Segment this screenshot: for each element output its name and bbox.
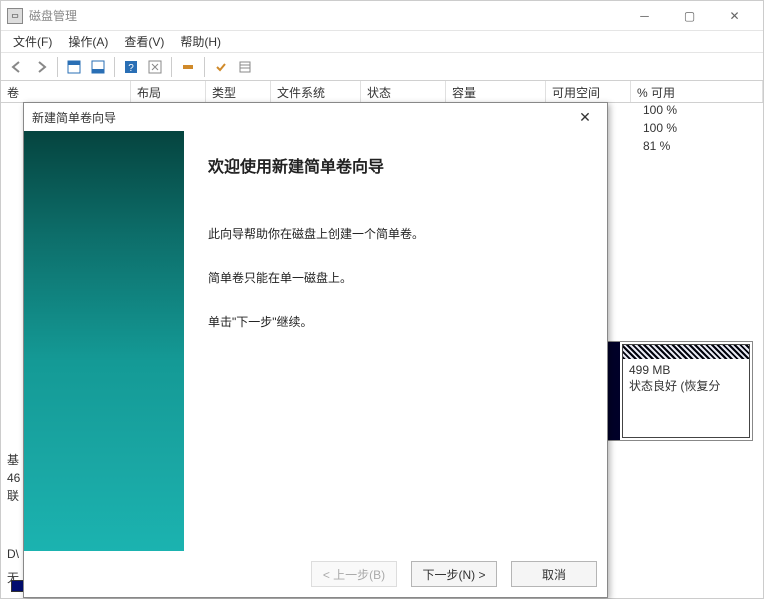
menu-action[interactable]: 操作(A) (60, 31, 116, 52)
col-layout[interactable]: 布局 (131, 81, 206, 102)
partition-status: 状态良好 (恢复分 (629, 377, 743, 394)
wizard-heading: 欢迎使用新建简单卷向导 (208, 153, 583, 177)
maximize-button[interactable]: ▢ (667, 2, 712, 30)
wizard-text: 此向导帮助你在磁盘上创建一个简单卷。 (208, 225, 583, 243)
toolbar: ? (1, 53, 763, 81)
toolbar-separator (57, 57, 58, 77)
toolbar-separator (171, 57, 172, 77)
wizard-text: 简单卷只能在单一磁盘上。 (208, 269, 583, 287)
close-button[interactable]: ✕ (712, 2, 757, 30)
check-icon[interactable] (209, 56, 233, 78)
wizard-main: 欢迎使用新建简单卷向导 此向导帮助你在磁盘上创建一个简单卷。 简单卷只能在单一磁… (184, 131, 607, 551)
wizard-close-button[interactable]: ✕ (571, 105, 599, 129)
col-capacity[interactable]: 容量 (446, 81, 546, 102)
toolbar-separator (114, 57, 115, 77)
partition-size: 499 MB (629, 363, 743, 377)
col-status[interactable]: 状态 (361, 81, 446, 102)
col-free[interactable]: 可用空间 (546, 81, 631, 102)
wizard-title: 新建简单卷向导 (32, 109, 116, 126)
app-icon: ▭ (7, 8, 23, 24)
col-volume[interactable]: 卷 (1, 81, 131, 102)
wizard-sidebar-graphic (24, 131, 184, 551)
cancel-button[interactable]: 取消 (511, 561, 597, 587)
help-icon[interactable]: ? (119, 56, 143, 78)
view-bottom-icon[interactable] (86, 56, 110, 78)
next-button[interactable]: 下一步(N) > (411, 561, 497, 587)
svg-text:?: ? (128, 63, 134, 74)
window-title: 磁盘管理 (29, 7, 622, 24)
wizard-titlebar: 新建简单卷向导 ✕ (24, 103, 607, 131)
menubar: 文件(F) 操作(A) 查看(V) 帮助(H) (1, 31, 763, 53)
menu-view[interactable]: 查看(V) (116, 31, 172, 52)
col-fs[interactable]: 文件系统 (271, 81, 361, 102)
wizard-text: 单击"下一步"继续。 (208, 313, 583, 331)
list-icon[interactable] (233, 56, 257, 78)
col-type[interactable]: 类型 (206, 81, 271, 102)
disk-box[interactable]: 499 MB 状态良好 (恢复分 (601, 341, 753, 441)
properties-icon[interactable] (176, 56, 200, 78)
col-pct[interactable]: % 可用 (631, 81, 763, 102)
back-button: < 上一步(B) (311, 561, 397, 587)
disk-labels-cut: 基 46 联 D\ 无 (7, 451, 20, 587)
toolbar-separator (204, 57, 205, 77)
back-icon[interactable] (5, 56, 29, 78)
new-simple-volume-wizard: 新建简单卷向导 ✕ 欢迎使用新建简单卷向导 此向导帮助你在磁盘上创建一个简单卷。… (23, 102, 608, 598)
wizard-footer: < 上一步(B) 下一步(N) > 取消 (24, 551, 607, 597)
titlebar: ▭ 磁盘管理 ─ ▢ ✕ (1, 1, 763, 31)
menu-file[interactable]: 文件(F) (5, 31, 60, 52)
partition-block[interactable]: 499 MB 状态良好 (恢复分 (622, 344, 750, 438)
menu-help[interactable]: 帮助(H) (172, 31, 229, 52)
forward-icon[interactable] (29, 56, 53, 78)
view-top-icon[interactable] (62, 56, 86, 78)
minimize-button[interactable]: ─ (622, 2, 667, 30)
volume-table-header: 卷 布局 类型 文件系统 状态 容量 可用空间 % 可用 (1, 81, 763, 103)
refresh-icon[interactable] (143, 56, 167, 78)
